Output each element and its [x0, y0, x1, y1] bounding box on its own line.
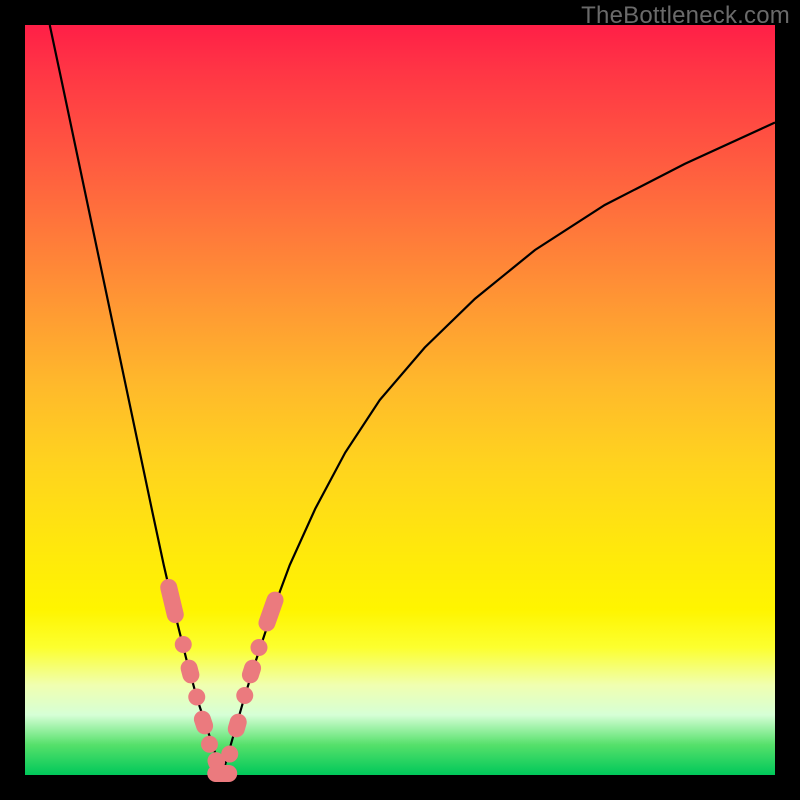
- watermark-text: TheBottleneck.com: [581, 2, 790, 30]
- chart-plot-area: [25, 25, 775, 775]
- curve-right-branch: [222, 123, 775, 776]
- marker-capsule: [256, 589, 286, 634]
- marker-dot: [201, 736, 218, 753]
- marker-dot: [236, 687, 253, 704]
- marker-dot: [175, 636, 192, 653]
- marker-capsule: [207, 765, 237, 782]
- marker-dot: [221, 746, 238, 763]
- marker-dot: [251, 639, 268, 656]
- marker-capsule: [240, 657, 264, 685]
- marker-capsule: [226, 712, 249, 740]
- marker-capsule: [158, 577, 185, 625]
- marker-capsule: [179, 658, 202, 686]
- marker-dot: [188, 689, 205, 706]
- marker-capsule: [192, 708, 216, 736]
- chart-svg: [25, 25, 775, 775]
- curve-left-branch: [50, 25, 223, 775]
